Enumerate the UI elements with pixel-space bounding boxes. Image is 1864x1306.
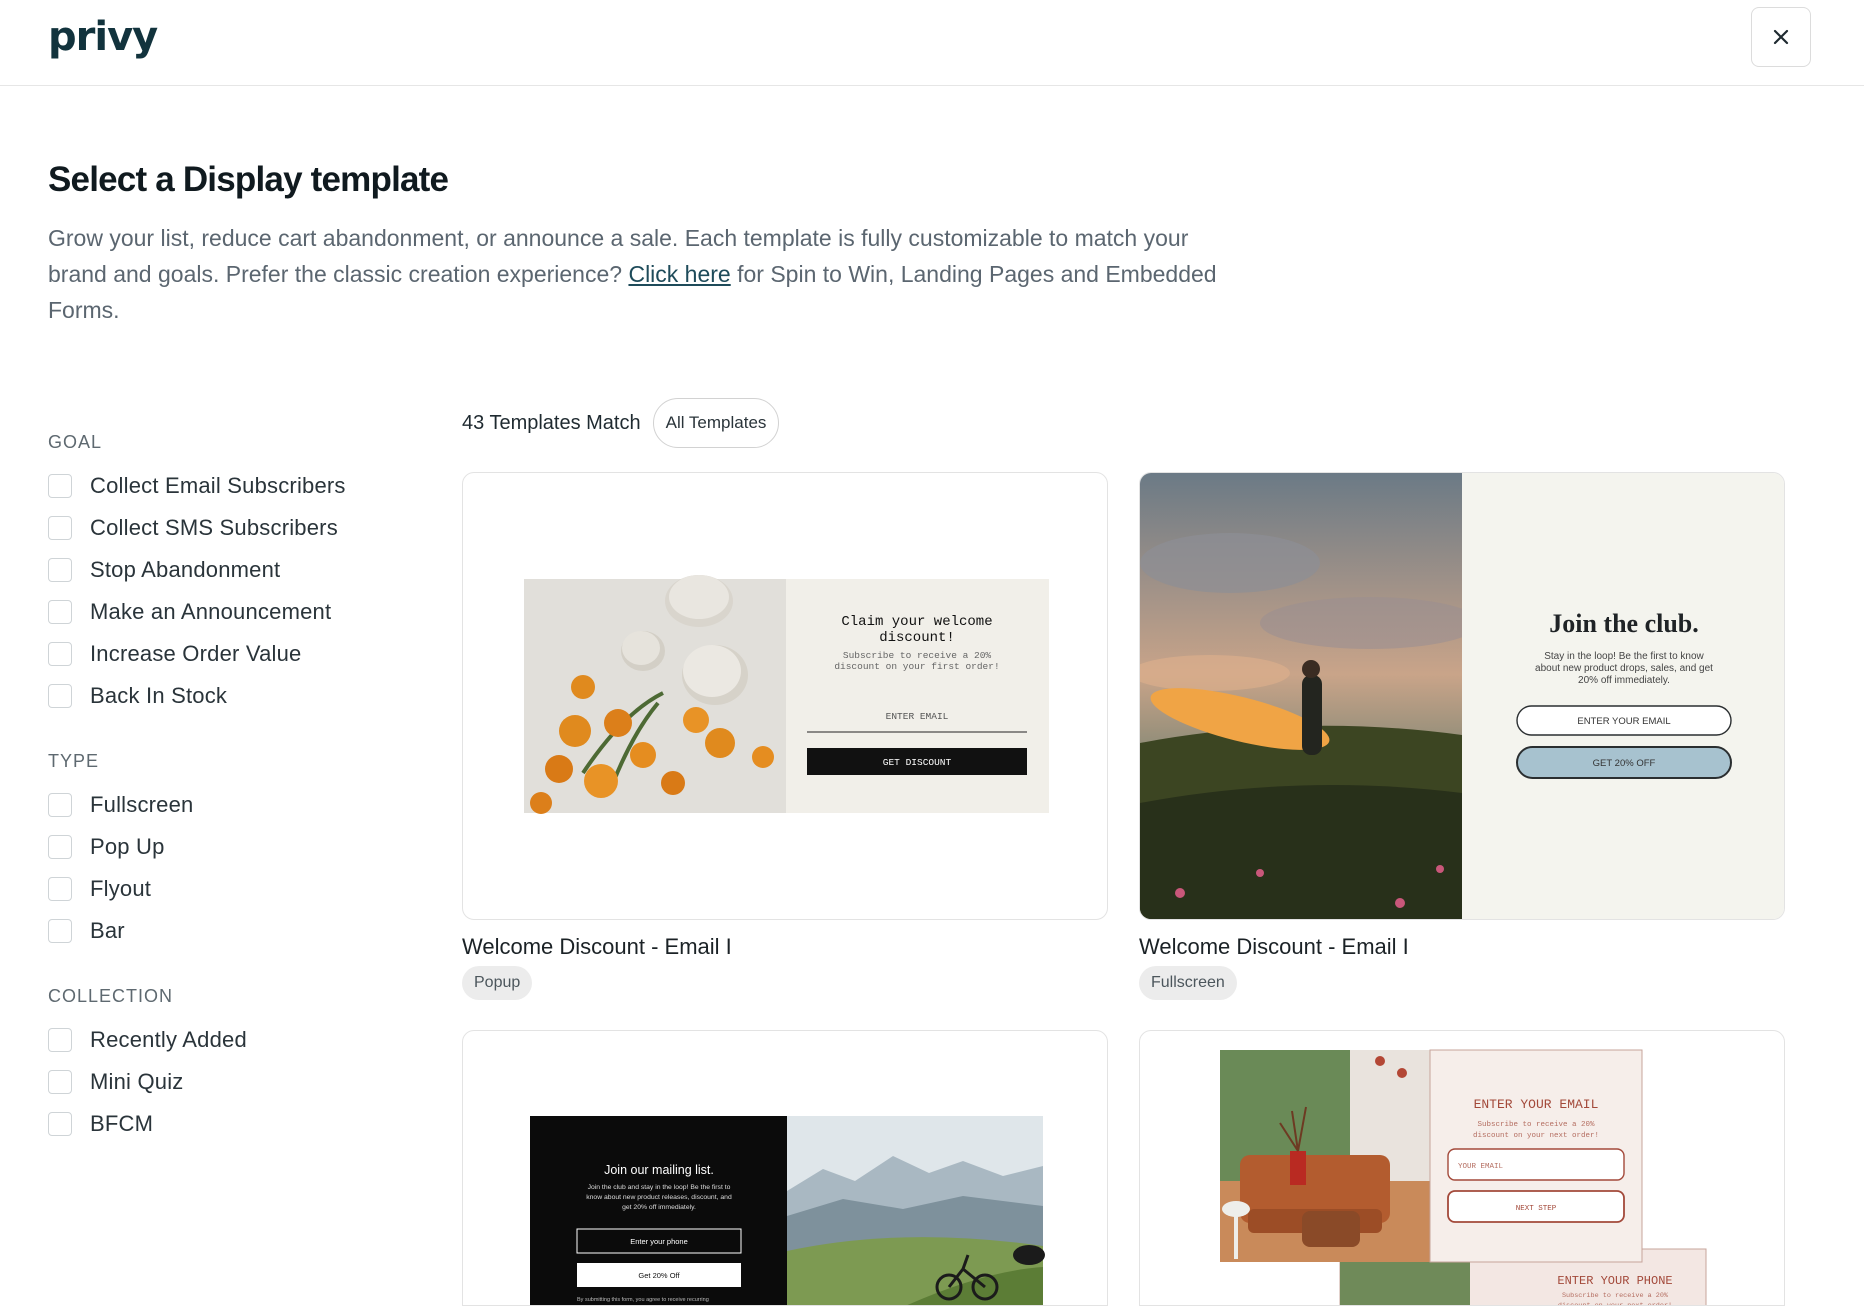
filter-option[interactable]: Bar: [48, 910, 408, 952]
filter-option[interactable]: Stop Abandonment: [48, 549, 408, 591]
filter-sidebar: GOAL Collect Email Subscribers Collect S…: [48, 432, 408, 1179]
preview-subtext: Join the club and stay in the loop! Be t…: [588, 1184, 731, 1191]
template-card[interactable]: Claim your welcome discount! Subscribe t…: [462, 472, 1108, 920]
page-description: Grow your list, reduce cart abandonment,…: [48, 220, 1218, 328]
checkbox[interactable]: [48, 835, 72, 859]
checkbox[interactable]: [48, 558, 72, 582]
preview-input-placeholder: ENTER EMAIL: [886, 711, 949, 722]
filter-option[interactable]: Fullscreen: [48, 784, 408, 826]
preview-heading: Claim your welcome: [841, 614, 992, 630]
privy-logo[interactable]: privy: [48, 14, 158, 60]
filter-group-type: TYPE Fullscreen Pop Up Flyout Bar: [48, 751, 408, 952]
checkbox[interactable]: [48, 919, 72, 943]
checkbox[interactable]: [48, 793, 72, 817]
template-preview: ENTER YOUR PHONE Subscribe to receive a …: [1220, 1049, 1707, 1306]
all-templates-button[interactable]: All Templates: [652, 398, 780, 448]
checkbox[interactable]: [48, 1112, 72, 1136]
filter-group-goal: GOAL Collect Email Subscribers Collect S…: [48, 432, 408, 717]
preview-heading: Join the club.: [1549, 609, 1699, 638]
template-type-badge: Fullscreen: [1139, 966, 1237, 1000]
template-type-badge: Popup: [462, 966, 533, 1000]
filter-option[interactable]: BFCM: [48, 1103, 408, 1145]
preview-input-placeholder: YOUR EMAIL: [1458, 1163, 1504, 1171]
preview-subtext-line3: 20% off immediately.: [1578, 675, 1670, 686]
preview-button-label: NEXT STEP: [1516, 1205, 1557, 1213]
filter-option-label[interactable]: Stop Abandonment: [90, 557, 280, 583]
filter-option[interactable]: Back In Stock: [48, 675, 408, 717]
filter-option-label[interactable]: Recently Added: [90, 1027, 247, 1053]
template-preview: Claim your welcome discount! Subscribe t…: [524, 575, 1049, 814]
preview-input-placeholder: Enter your phone: [630, 1237, 688, 1246]
preview-subtext-line2: discount on your first order!: [834, 661, 999, 672]
filter-option-label[interactable]: Make an Announcement: [90, 599, 331, 625]
filter-option-label[interactable]: Mini Quiz: [90, 1069, 184, 1095]
preview-subtext-line2: discount on your next order!: [1473, 1132, 1599, 1140]
top-bar: privy: [0, 0, 1864, 86]
filter-option-label[interactable]: Collect Email Subscribers: [90, 473, 346, 499]
checkbox[interactable]: [48, 642, 72, 666]
filter-option-label[interactable]: Bar: [90, 918, 125, 944]
filter-option-label[interactable]: Back In Stock: [90, 683, 227, 709]
preview-heading: ENTER YOUR EMAIL: [1474, 1097, 1599, 1112]
preview-form-panel: [1462, 473, 1784, 919]
filter-option[interactable]: Collect SMS Subscribers: [48, 507, 408, 549]
filter-group-title: COLLECTION: [48, 986, 174, 1006]
template-preview: Join our mailing list. Join the club and…: [530, 1116, 1045, 1305]
template-title[interactable]: Welcome Discount - Email I: [1139, 934, 1409, 960]
close-icon: [1773, 29, 1789, 45]
preview-subtext: Subscribe to receive a 20%: [843, 650, 992, 661]
filter-option-label[interactable]: BFCM: [90, 1111, 153, 1137]
template-card[interactable]: Join the club. Stay in the loop! Be the …: [1139, 472, 1785, 920]
filter-option-label[interactable]: Increase Order Value: [90, 641, 301, 667]
preview-subtext-line3: get 20% off immediately.: [622, 1204, 696, 1211]
preview-input-placeholder: ENTER YOUR EMAIL: [1577, 716, 1670, 727]
preview-heading: Join our mailing list.: [604, 1163, 714, 1177]
results-header: 43 Templates Match All Templates: [462, 398, 780, 448]
preview-heading-line2: discount!: [879, 630, 955, 646]
checkbox[interactable]: [48, 1028, 72, 1052]
preview-subtext-2: Subscribe to receive a 20%: [1562, 1292, 1669, 1300]
filter-option[interactable]: Mini Quiz: [48, 1061, 408, 1103]
filter-option[interactable]: Flyout: [48, 868, 408, 910]
checkbox[interactable]: [48, 474, 72, 498]
template-card[interactable]: ENTER YOUR PHONE Subscribe to receive a …: [1139, 1030, 1785, 1306]
filter-option[interactable]: Pop Up: [48, 826, 408, 868]
filter-option-label[interactable]: Collect SMS Subscribers: [90, 515, 338, 541]
preview-heading-2: ENTER YOUR PHONE: [1557, 1274, 1672, 1288]
preview-button-label: GET DISCOUNT: [883, 757, 952, 768]
filter-option-label[interactable]: Fullscreen: [90, 792, 193, 818]
classic-experience-link[interactable]: Click here: [628, 261, 730, 287]
template-title[interactable]: Welcome Discount - Email I: [462, 934, 732, 960]
preview-subtext-line2: know about new product releases, discoun…: [586, 1194, 732, 1201]
checkbox[interactable]: [48, 877, 72, 901]
filter-option[interactable]: Recently Added: [48, 1019, 408, 1061]
checkbox[interactable]: [48, 516, 72, 540]
template-card[interactable]: Join our mailing list. Join the club and…: [462, 1030, 1108, 1306]
filter-option-label[interactable]: Flyout: [90, 876, 151, 902]
filter-option[interactable]: Make an Announcement: [48, 591, 408, 633]
checkbox[interactable]: [48, 684, 72, 708]
filter-option-label[interactable]: Pop Up: [90, 834, 165, 860]
preview-subtext-2-line2: discount on your next order!: [1558, 1302, 1672, 1306]
preview-button-label: GET 20% OFF: [1593, 758, 1656, 769]
preview-legal-text: By submitting this form, you agree to re…: [577, 1297, 709, 1303]
template-count: 43 Templates Match: [462, 411, 641, 434]
close-button[interactable]: [1751, 7, 1811, 67]
page-title: Select a Display template: [48, 160, 449, 199]
filter-option[interactable]: Increase Order Value: [48, 633, 408, 675]
checkbox[interactable]: [48, 1070, 72, 1094]
checkbox[interactable]: [48, 600, 72, 624]
template-preview: Join the club. Stay in the loop! Be the …: [1140, 473, 1784, 919]
filter-option[interactable]: Collect Email Subscribers: [48, 465, 408, 507]
preview-button-label: Get 20% Off: [638, 1271, 680, 1280]
filter-group-collection: COLLECTION Recently Added Mini Quiz BFCM: [48, 986, 408, 1145]
preview-subtext-line2: about new product drops, sales, and get: [1535, 663, 1713, 674]
preview-subtext: Stay in the loop! Be the first to know: [1544, 651, 1704, 662]
filter-group-title: GOAL: [48, 432, 103, 452]
preview-subtext: Subscribe to receive a 20%: [1477, 1121, 1595, 1129]
filter-group-title: TYPE: [48, 751, 100, 771]
